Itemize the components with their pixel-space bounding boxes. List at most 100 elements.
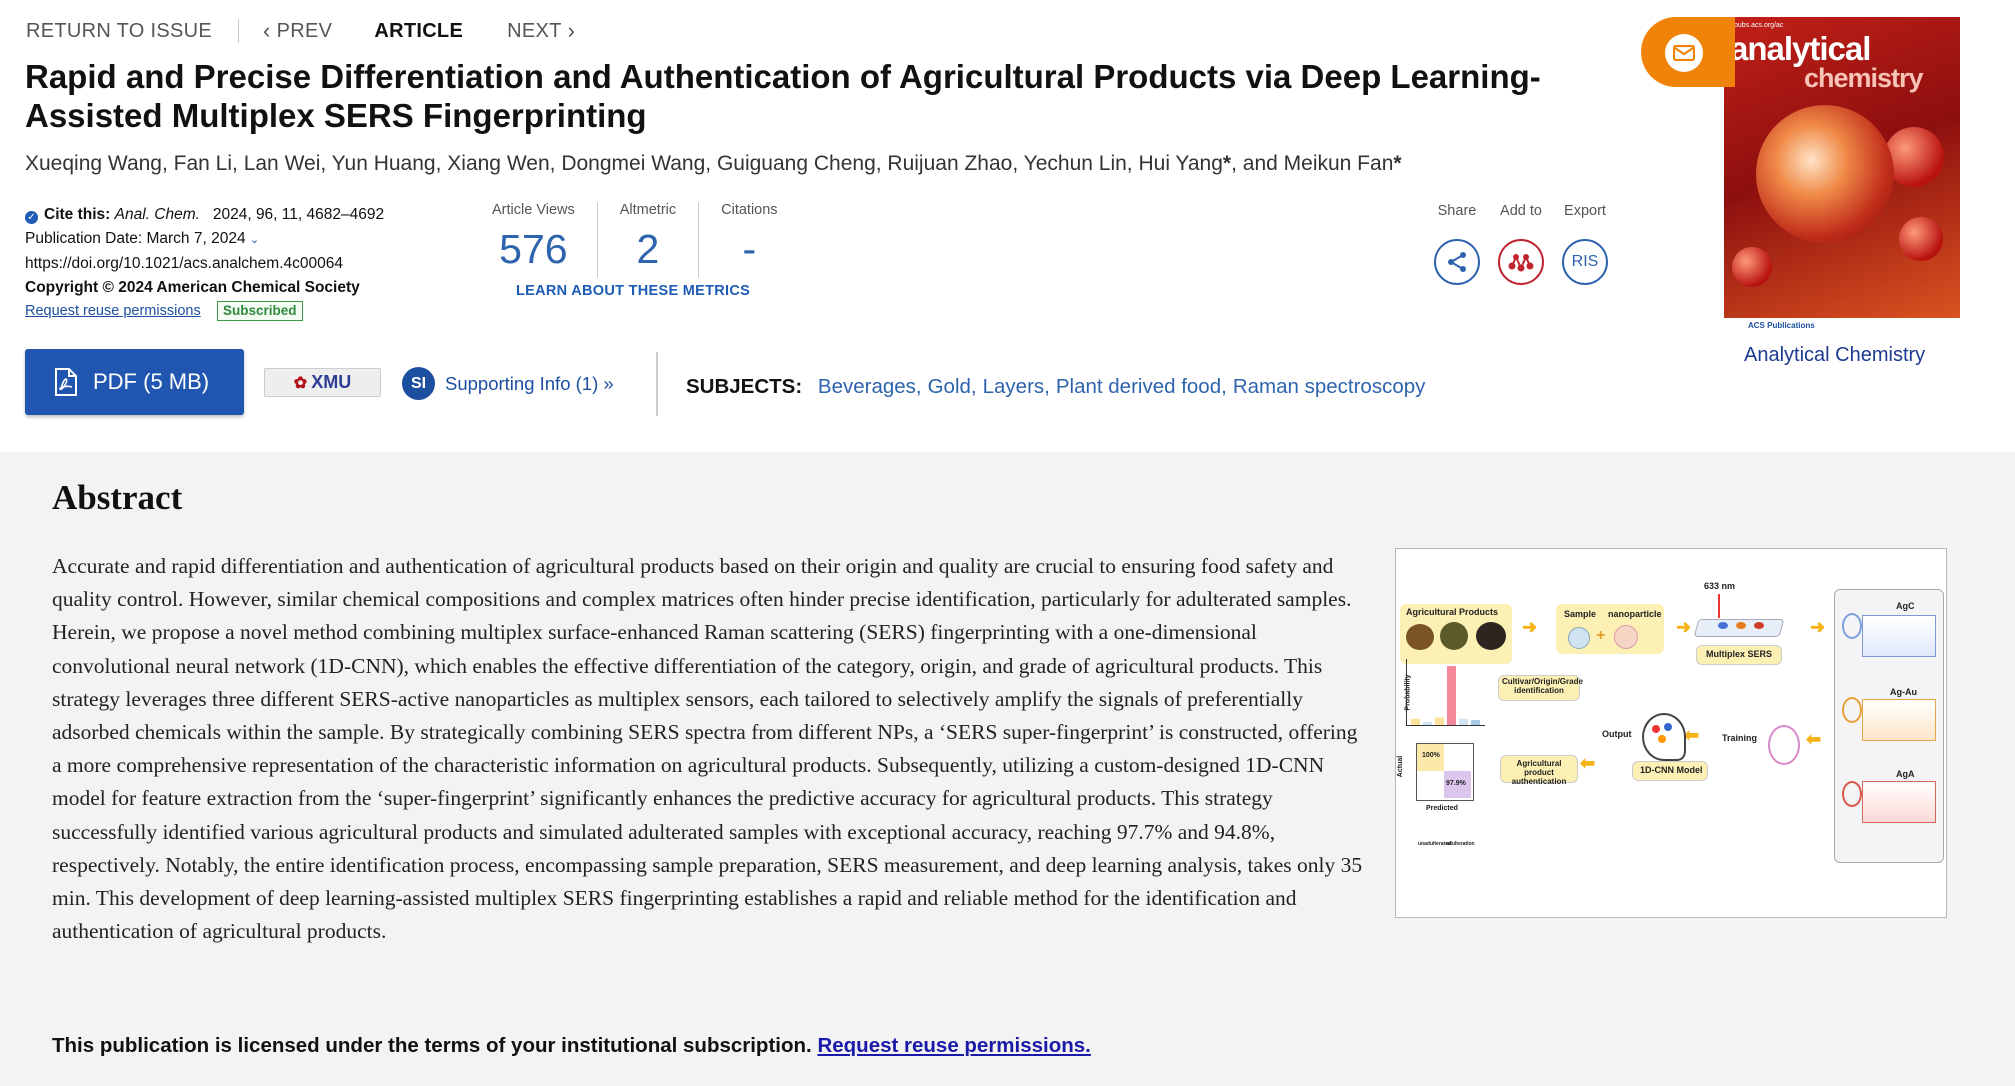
- xmu-label: XMU: [311, 372, 352, 392]
- cite-label[interactable]: Cite this:: [44, 206, 110, 223]
- pdf-label: PDF (5 MB): [93, 369, 210, 394]
- copyright-line: Copyright © 2024 American Chemical Socie…: [25, 278, 360, 296]
- next-label: NEXT: [507, 19, 562, 42]
- doi-link[interactable]: https://doi.org/10.1021/acs.analchem.4c0…: [25, 252, 384, 276]
- author-name[interactable]: Ruijuan Zhao: [887, 152, 1012, 175]
- license-notice: This publication is licensed under the t…: [52, 1034, 1091, 1058]
- brain-node-icon: [1658, 735, 1666, 743]
- author-name[interactable]: Fan Li: [174, 152, 232, 175]
- journal-name-link[interactable]: Analytical Chemistry: [1744, 344, 1925, 367]
- citation-details: 2024, 96, 11, 4682–4692: [212, 206, 385, 223]
- probability-bar: [1459, 718, 1468, 725]
- share-icon: [1448, 252, 1466, 272]
- add-to-label: Add to: [1500, 203, 1542, 219]
- cover-journal-subtitle: chemistry: [1804, 63, 1924, 93]
- subject-separator: ,: [970, 375, 977, 398]
- adulteration-label: adulteration: [1446, 841, 1475, 847]
- author-separator: ,: [161, 152, 174, 175]
- cm-top-value: 100%: [1422, 752, 1440, 759]
- predicted-label: Predicted: [1426, 805, 1458, 812]
- laser-label: 633 nm: [1704, 581, 1736, 591]
- author-name[interactable]: Guiguang Cheng: [717, 152, 876, 175]
- metric-label: Altmetric: [619, 202, 677, 218]
- aga-label: AgA: [1896, 769, 1915, 779]
- subject-link[interactable]: Gold: [928, 375, 971, 398]
- export-tool: Export RIS: [1562, 203, 1608, 285]
- export-label: Export: [1564, 203, 1606, 219]
- author-name[interactable]: Yechun Lin: [1024, 152, 1127, 175]
- supporting-info-label: Supporting Info (1) »: [445, 372, 614, 394]
- probability-bar: [1471, 720, 1480, 725]
- metric-value: 2: [636, 226, 660, 272]
- institution-link-button[interactable]: ✿ XMU: [264, 368, 381, 397]
- mail-icon-wrapper: [1665, 34, 1703, 72]
- cnn-model-label: 1D-CNN Model: [1640, 765, 1703, 775]
- author-separator: ,: [320, 152, 332, 175]
- cover-image: [1756, 105, 1894, 243]
- fingerprint-icon: [1768, 725, 1800, 765]
- nanoparticle-label: nanoparticle: [1608, 609, 1662, 619]
- laser-beam: [1718, 594, 1720, 618]
- spectrum-stack: [1862, 615, 1936, 657]
- author-separator: ,: [875, 152, 888, 175]
- cm-bottom-value: 97.9%: [1446, 780, 1466, 787]
- cover-publisher: ACS Publications: [1748, 321, 1815, 330]
- journal-abbrev: Anal. Chem.: [114, 206, 200, 223]
- toc-graphic[interactable]: Agricultural Products ➜ Sample nanoparti…: [1395, 548, 1947, 918]
- training-label: Training: [1722, 733, 1758, 743]
- author-list: Xueqing Wang, Fan Li, Lan Wei, Yun Huang…: [25, 152, 1402, 176]
- subject-separator: ,: [915, 375, 922, 398]
- plus-icon: +: [1596, 627, 1606, 644]
- next-link[interactable]: NEXT ›: [507, 20, 575, 43]
- author-name[interactable]: Meikun Fan: [1284, 152, 1394, 175]
- author-name[interactable]: Xueqing Wang: [25, 152, 162, 175]
- reuse-permissions-link[interactable]: Request reuse permissions: [25, 303, 201, 319]
- add-to-button[interactable]: [1498, 239, 1544, 285]
- subject-link[interactable]: Raman spectroscopy: [1233, 375, 1426, 398]
- license-reuse-link[interactable]: Request reuse permissions.: [817, 1034, 1090, 1057]
- email-alert-button[interactable]: [1641, 17, 1735, 87]
- flow-arrow-icon: ⬅: [1806, 729, 1822, 749]
- author-name[interactable]: Yun Huang: [332, 152, 436, 175]
- author-name[interactable]: Lan Wei: [244, 152, 321, 175]
- fingerprint-icon: [1842, 613, 1862, 639]
- return-to-issue-link[interactable]: RETURN TO ISSUE: [26, 20, 212, 43]
- subject-separator: ,: [1044, 375, 1050, 398]
- sample-pile-icon: [1406, 624, 1434, 650]
- pdf-icon: [55, 368, 77, 396]
- journal-cover[interactable]: pubs.acs.org/ac analytical chemistry ACS…: [1724, 17, 1960, 338]
- nanoparticle-icon: [1614, 625, 1638, 649]
- share-button[interactable]: [1434, 239, 1480, 285]
- article-views-metric: Article Views 576: [470, 202, 598, 278]
- prev-link[interactable]: ‹ PREV: [263, 20, 332, 43]
- cite-line: ✓ Cite this: Anal. Chem. 2024, 96, 11, 46…: [25, 203, 384, 227]
- article-tools: Share Add to Export RIS: [1434, 203, 1608, 285]
- ris-label: RIS: [1571, 253, 1599, 270]
- subject-link[interactable]: Layers: [983, 375, 1045, 398]
- droplet-icon: [1568, 627, 1590, 649]
- corresponding-author-mark: *: [1222, 152, 1232, 175]
- share-tool: Share: [1434, 203, 1480, 285]
- subjects-list: SUBJECTS: Beverages, Gold, Layers, Plant de…: [686, 375, 1425, 399]
- author-name[interactable]: Xiang Wen: [447, 152, 549, 175]
- citation-info: ✓ Cite this: Anal. Chem. 2024, 96, 11, 46…: [25, 203, 384, 324]
- top-navigation: RETURN TO ISSUE ‹ PREV ARTICLE NEXT ›: [26, 18, 575, 44]
- article-tab[interactable]: ARTICLE: [374, 20, 463, 43]
- altmetric-metric[interactable]: Altmetric 2: [598, 202, 700, 278]
- learn-metrics-link[interactable]: LEARN ABOUT THESE METRICS: [516, 283, 750, 299]
- author-separator: ,: [1012, 152, 1024, 175]
- author-name[interactable]: Dongmei Wang: [561, 152, 705, 175]
- pdf-download-button[interactable]: PDF (5 MB): [25, 349, 244, 415]
- supporting-info-link[interactable]: SI Supporting Info (1) »: [402, 367, 614, 400]
- cultivar-label: Cultivar/Origin/Grade identification: [1502, 677, 1583, 695]
- output-label: Output: [1602, 729, 1632, 739]
- xmu-logo-icon: ✿: [293, 374, 308, 392]
- export-ris-button[interactable]: RIS: [1562, 239, 1608, 285]
- author-name[interactable]: Hui Yang: [1138, 152, 1222, 175]
- publication-date-line[interactable]: Publication Date: March 7, 2024 ⌄: [25, 227, 384, 253]
- actual-label: Actual: [1397, 755, 1405, 778]
- subject-link[interactable]: Beverages: [818, 375, 916, 398]
- subject-link[interactable]: Plant derived food: [1056, 375, 1221, 398]
- metrics-panel: Article Views 576 Altmetric 2 Citations …: [470, 202, 800, 278]
- brain-node-icon: [1652, 725, 1660, 733]
